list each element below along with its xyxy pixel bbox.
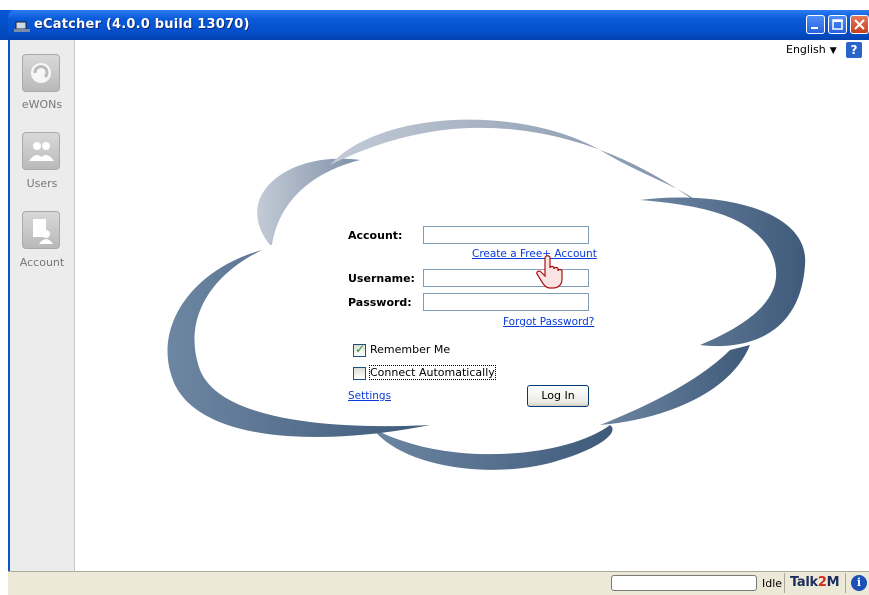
login-button[interactable]: Log In: [527, 385, 589, 407]
status-divider: [784, 573, 785, 593]
settings-link[interactable]: Settings: [348, 390, 391, 402]
hand-cursor-icon: [536, 255, 563, 289]
connect-automatically-checkbox[interactable]: [353, 367, 366, 380]
forgot-password-link[interactable]: Forgot Password?: [503, 316, 594, 328]
create-account-link[interactable]: Create a Free+ Account: [472, 248, 597, 260]
username-label: Username:: [348, 272, 415, 285]
account-input[interactable]: [423, 226, 589, 244]
talk2m-logo: Talk2M: [790, 575, 840, 590]
checkmark-icon: ✓: [355, 342, 366, 356]
connect-automatically-label[interactable]: Connect Automatically: [369, 365, 496, 380]
username-input[interactable]: [423, 269, 589, 287]
progress-field: [611, 575, 757, 591]
password-label: Password:: [348, 296, 412, 309]
status-text: Idle: [762, 577, 783, 590]
account-label: Account:: [348, 229, 403, 242]
password-input[interactable]: [423, 293, 589, 311]
info-icon[interactable]: i: [851, 575, 867, 591]
remember-me-checkbox[interactable]: ✓: [353, 342, 366, 357]
remember-me-label[interactable]: Remember Me: [370, 343, 450, 356]
status-divider: [845, 573, 846, 593]
